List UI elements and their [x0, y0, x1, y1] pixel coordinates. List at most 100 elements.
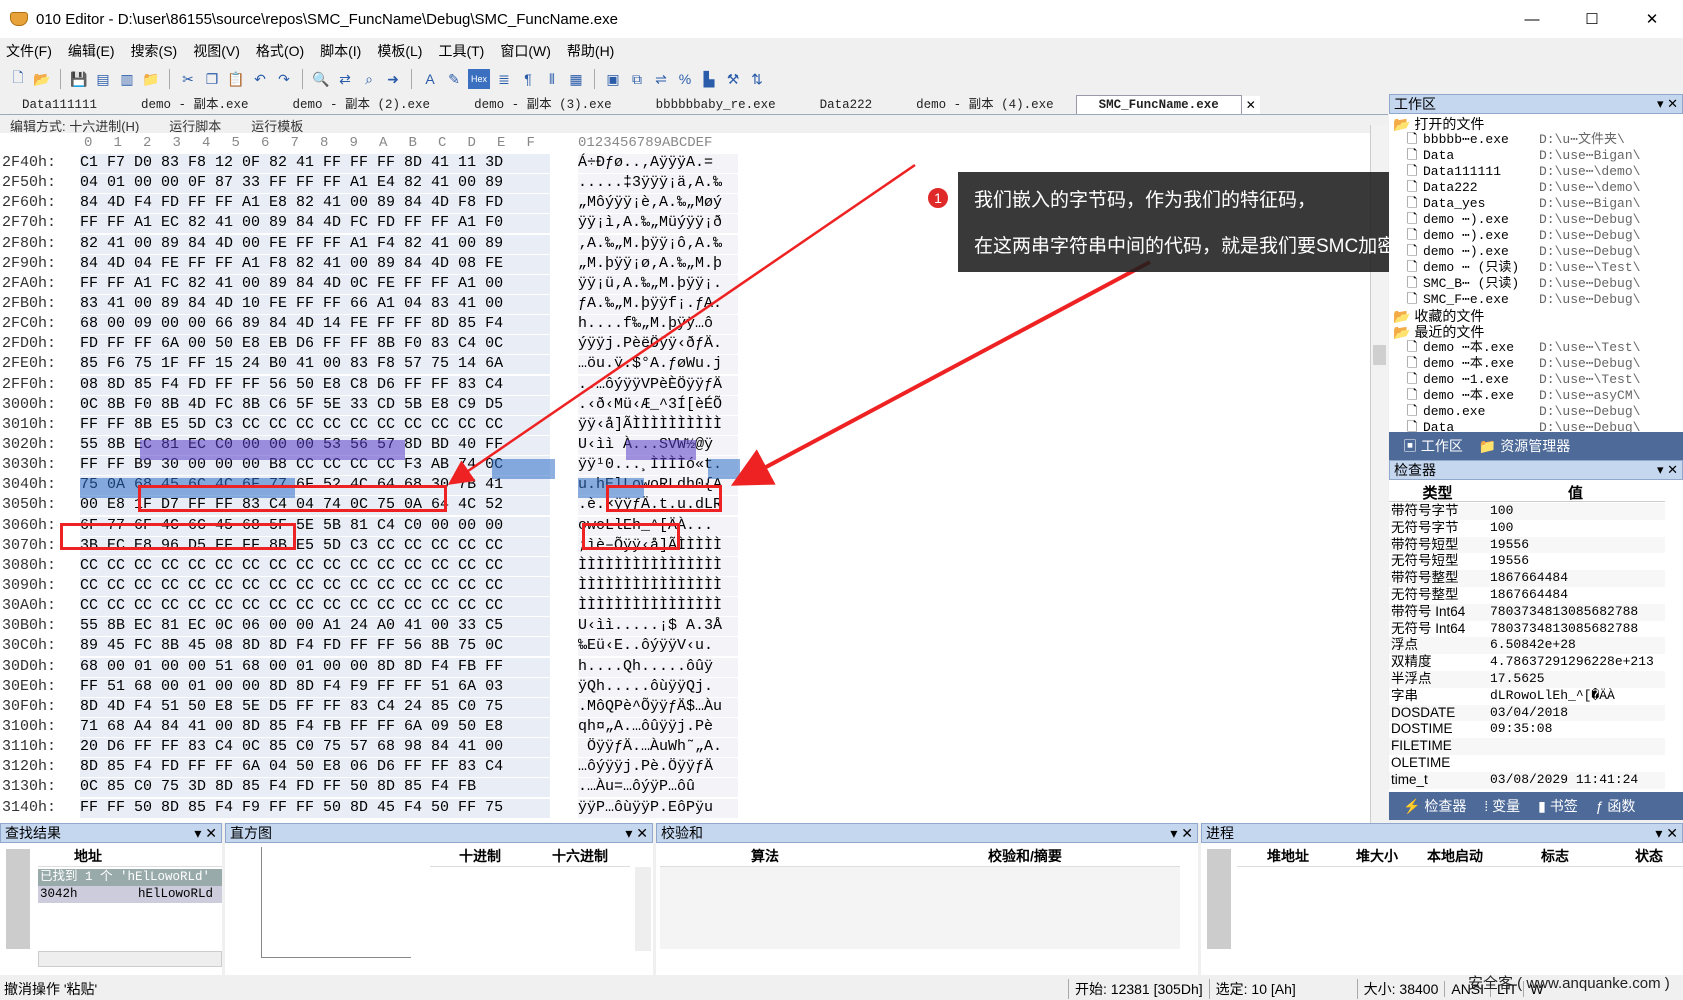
inspector-column-header: 类型 值: [1389, 482, 1665, 502]
file-icon: 🗋: [1407, 212, 1418, 227]
workspace-file-item[interactable]: 🗋 demo ⋯ (只读) D:\use⋯\Test\: [1389, 260, 1663, 276]
workspace-file-item[interactable]: 🗋 SMC_B⋯ (只读) D:\use⋯Debug\: [1389, 276, 1663, 292]
workspace-file-item[interactable]: 🗋 demo ⋯).exe D:\use⋯Debug\: [1389, 244, 1663, 260]
status-start: 开始: 12381 [305Dh]: [1068, 979, 1209, 999]
find-result-summary[interactable]: 已找到 1 个 'hElLowoRLd': [38, 869, 222, 886]
file-icon: 🗋: [1407, 292, 1418, 307]
watermark: 安全客 ( www.anquanke.com ): [1468, 975, 1670, 992]
inspector-row[interactable]: 双精度 4.78637291296228e+213: [1389, 654, 1665, 671]
inspector-tab-bar: ⚡ 检查器 ⁞ 变量 ▮ 书签 ƒ 函数: [1389, 792, 1683, 820]
workspace-file-item[interactable]: 🗋 demo ⋯).exe D:\use⋯Debug\: [1389, 228, 1663, 244]
checksum-panel: 校验和 ▾ ✕ 算法 校验和/摘要: [656, 823, 1198, 975]
file-icon: 🗋: [1407, 276, 1418, 291]
status-size: 大小: 38400: [1356, 979, 1445, 999]
workspace-close-icon[interactable]: ▾ ✕: [1657, 96, 1678, 112]
workspace-file-item[interactable]: 🗋 Data_yes D:\use⋯Bigan\: [1389, 196, 1663, 212]
file-icon: 🗋: [1407, 132, 1418, 147]
favorite-files-group[interactable]: 📂 收藏的文件: [1389, 308, 1663, 324]
workspace-file-item[interactable]: 🗋 demo ⋯本.exe D:\use⋯\Test\: [1389, 340, 1663, 356]
status-last-action: 撤消操作 '粘贴': [4, 981, 98, 997]
file-icon: 🗋: [1407, 148, 1418, 163]
status-bar: 撤消操作 '粘贴' 开始: 12381 [305Dh] 选定: 10 [Ah] …: [0, 978, 1683, 1000]
inspector-row[interactable]: FILETIME: [1389, 738, 1665, 755]
workspace-file-item[interactable]: 🗋 bbbbb⋯e.exe D:\u⋯文件夹\: [1389, 132, 1663, 148]
workspace-panel: 工作区 ▾ ✕ 📂 打开的文件 🗋 bbbbb⋯e.exe D:\u⋯文件夹\ 🗋 Dat…: [1389, 94, 1683, 435]
find-side-bar: [6, 849, 30, 949]
file-icon: 🗋: [1407, 228, 1418, 243]
workspace-file-list: 📂 打开的文件 🗋 bbbbb⋯e.exe D:\u⋯文件夹\ 🗋 Data D:\use⋯…: [1389, 116, 1663, 436]
workspace-file-item[interactable]: 🗋 SMC_F⋯e.exe D:\use⋯Debug\: [1389, 292, 1663, 308]
workspace-header: 工作区 ▾ ✕: [1389, 94, 1683, 114]
inspector-row[interactable]: 带符号字节 100: [1389, 503, 1665, 520]
inspector-row[interactable]: 无符号 Int64 7803734813085682788: [1389, 621, 1665, 638]
workspace-file-item[interactable]: 🗋 Data222 D:\use⋯\demo\: [1389, 180, 1663, 196]
find-result-row[interactable]: 3042h hElLowoRLd: [38, 886, 222, 903]
inspector-row[interactable]: time_t 03/08/2029 11:41:24: [1389, 771, 1665, 789]
file-icon: 🗋: [1407, 164, 1418, 179]
inspector-rows: 带符号字节 100 无符号字节 100 带符号短型 19556 无符号短型 19556 带符号整…: [1389, 503, 1665, 789]
inspector-row[interactable]: OLETIME: [1389, 755, 1665, 772]
inspector-row[interactable]: 半浮点 17.5625: [1389, 670, 1665, 688]
inspector-close-icon[interactable]: ▾ ✕: [1657, 462, 1678, 478]
inspector-row[interactable]: 带符号整型 1867664484: [1389, 570, 1665, 587]
checksum-header: 校验和 ▾ ✕: [656, 823, 1198, 843]
file-icon: 🗋: [1407, 340, 1418, 355]
file-icon: 🗋: [1407, 388, 1418, 403]
workspace-file-item[interactable]: 🗋 demo.exe D:\use⋯Debug\: [1389, 404, 1663, 420]
file-icon: 🗋: [1407, 356, 1418, 371]
inspector-col-value: 值: [1567, 485, 1583, 502]
histogram-header: 直方图 ▾ ✕: [225, 823, 653, 843]
find-column-header: 地址: [38, 845, 222, 867]
histogram-column-header: 十进制 十六进制: [430, 845, 630, 867]
histogram-close-icon[interactable]: ▾ ✕: [625, 824, 648, 842]
find-results-panel: 查找结果 ▾ ✕ 地址 已找到 1 个 'hElLowoRLd' 3042h hEl…: [0, 823, 222, 975]
workspace-title: 工作区: [1394, 96, 1436, 112]
tab-functions[interactable]: ƒ 函数: [1596, 796, 1636, 816]
inspector-row[interactable]: 无符号字节 100: [1389, 520, 1665, 537]
workspace-tab-bar: ▣ 工作区 📁 资源管理器: [1389, 432, 1683, 460]
inspector-row[interactable]: 带符号 Int64 7803734813085682788: [1389, 603, 1665, 621]
workspace-file-item[interactable]: 🗋 Data D:\use⋯Bigan\: [1389, 148, 1663, 164]
inspector-row[interactable]: 字串 dLRowoLlEh_^[�ÄÀ: [1389, 688, 1665, 705]
inspector-panel: 检查器 ▾ ✕ 类型 值 带符号字节 100 无符号字节 100 带符号短型 19556 无…: [1389, 460, 1683, 820]
inspector-row[interactable]: DOSDATE 03/04/2018: [1389, 704, 1665, 722]
workspace-file-item[interactable]: 🗋 demo ⋯1.exe D:\use⋯\Test\: [1389, 372, 1663, 388]
inspector-col-type: 类型: [1422, 485, 1453, 502]
tab-workspace[interactable]: ▣ 工作区: [1403, 436, 1463, 456]
checksum-close-icon[interactable]: ▾ ✕: [1170, 824, 1193, 842]
process-header: 进程 ▾ ✕: [1201, 823, 1683, 843]
file-icon: 🗋: [1407, 260, 1418, 275]
inspector-row[interactable]: 带符号短型 19556: [1389, 536, 1665, 554]
inspector-header: 检查器 ▾ ✕: [1389, 460, 1683, 480]
workspace-file-item[interactable]: 🗋 Data111111 D:\use⋯\demo\: [1389, 164, 1663, 180]
status-selection: 选定: 10 [Ah]: [1208, 979, 1357, 999]
open-files-group[interactable]: 📂 打开的文件: [1389, 116, 1663, 132]
inspector-row[interactable]: 无符号整型 1867664484: [1389, 587, 1665, 604]
tab-bookmarks[interactable]: ▮ 书签: [1538, 796, 1578, 816]
inspector-row[interactable]: 无符号短型 19556: [1389, 553, 1665, 570]
histogram-scrollbar[interactable]: [635, 867, 651, 951]
recent-files-group[interactable]: 📂 最近的文件: [1389, 324, 1663, 340]
workspace-file-item[interactable]: 🗋 demo ⋯本.exe D:\use⋯Debug\: [1389, 356, 1663, 372]
find-close-icon[interactable]: ▾ ✕: [194, 824, 217, 842]
workspace-file-item[interactable]: 🗋 demo ⋯本.exe D:\use⋯asyCM\: [1389, 388, 1663, 404]
workspace-file-item[interactable]: 🗋 demo ⋯).exe D:\use⋯Debug\: [1389, 212, 1663, 228]
inspector-title: 检查器: [1394, 462, 1436, 478]
file-icon: 🗋: [1407, 244, 1418, 259]
tab-explorer[interactable]: 📁 资源管理器: [1479, 436, 1570, 456]
inspector-row[interactable]: 浮点 6.50842e+28: [1389, 637, 1665, 655]
file-icon: 🗋: [1407, 404, 1418, 419]
process-panel: 进程 ▾ ✕ 堆地址 堆大小 本地启动 标志 状态: [1201, 823, 1683, 975]
process-close-icon[interactable]: ▾ ✕: [1655, 824, 1678, 842]
find-results-header: 查找结果 ▾ ✕: [0, 823, 222, 843]
histogram-panel: 直方图 ▾ ✕ 十进制 十六进制: [225, 823, 653, 975]
tab-variables[interactable]: ⁞ 变量: [1484, 796, 1520, 816]
file-icon: 🗋: [1407, 196, 1418, 211]
file-icon: 🗋: [1407, 372, 1418, 387]
file-icon: 🗋: [1407, 180, 1418, 195]
find-hscrollbar[interactable]: [38, 951, 222, 967]
tab-inspector[interactable]: ⚡ 检查器: [1403, 796, 1466, 816]
process-column-header: 堆地址 堆大小 本地启动 标志 状态: [1237, 845, 1683, 867]
checksum-column-header: 算法 校验和/摘要: [660, 845, 1180, 867]
inspector-row[interactable]: DOSTIME 09:35:08: [1389, 721, 1665, 738]
